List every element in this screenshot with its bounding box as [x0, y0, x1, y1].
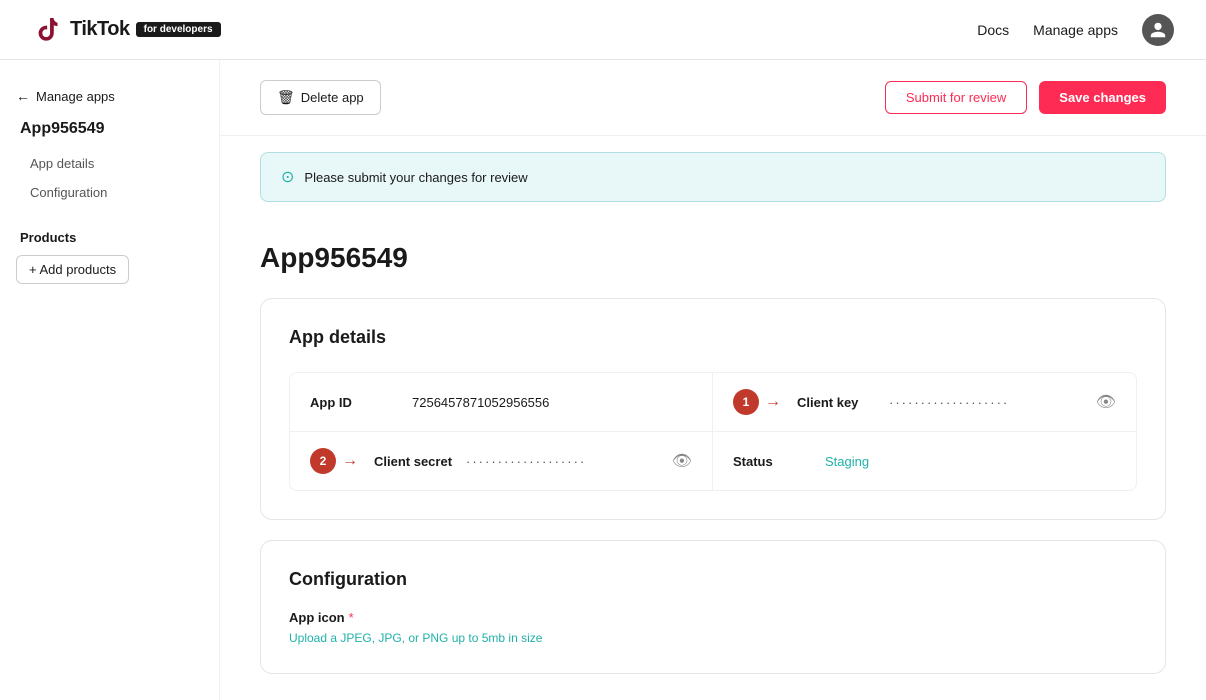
- client-key-toggle-icon[interactable]: 👁: [1096, 392, 1116, 412]
- for-developers-badge: for developers: [136, 22, 221, 37]
- delete-label: Delete app: [301, 90, 364, 105]
- header-nav: Docs Manage apps: [977, 14, 1174, 46]
- alert-message: Please submit your changes for review: [304, 170, 527, 185]
- submit-for-review-button[interactable]: Submit for review: [885, 81, 1027, 114]
- details-grid: App ID 7256457871052956556 1 → Client ke…: [289, 372, 1137, 491]
- client-secret-value: ···················: [466, 454, 660, 469]
- alert-banner: ⊙ Please submit your changes for review: [260, 152, 1166, 202]
- toolbar-right: Submit for review Save changes: [885, 81, 1166, 114]
- configuration-title: Configuration: [289, 569, 1137, 590]
- alert-icon: ⊙: [281, 167, 294, 187]
- step-2-indicator: 2 →: [310, 448, 358, 474]
- client-secret-cell: 2 → Client secret ··················· 👁: [290, 432, 713, 490]
- tiktok-logo[interactable]: TikTok for developers: [32, 14, 221, 46]
- sidebar-item-app-details[interactable]: App details: [16, 150, 203, 177]
- step-1-badge: 1: [733, 389, 759, 415]
- sidebar-nav: App details Configuration: [16, 150, 203, 206]
- client-key-label: Client key: [797, 395, 877, 410]
- configuration-card: Configuration App icon * Upload a JPEG, …: [260, 540, 1166, 674]
- logo-text: TikTok: [70, 18, 130, 41]
- client-secret-toggle-icon[interactable]: 👁: [672, 451, 692, 471]
- status-label: Status: [733, 454, 813, 469]
- save-changes-button[interactable]: Save changes: [1039, 81, 1166, 114]
- app-details-card: App details App ID 7256457871052956556 1…: [260, 298, 1166, 520]
- avatar[interactable]: [1142, 14, 1174, 46]
- user-icon: [1149, 21, 1167, 39]
- app-icon-label-row: App icon *: [289, 610, 1137, 625]
- main-content: 🗑 Delete app Submit for review Save chan…: [220, 60, 1206, 700]
- sidebar-item-configuration[interactable]: Configuration: [16, 179, 203, 206]
- layout: ← Manage apps App956549 App details Conf…: [0, 60, 1206, 700]
- step-2-badge: 2: [310, 448, 336, 474]
- app-id-value: 7256457871052956556: [412, 395, 549, 410]
- client-secret-label: Client secret: [374, 454, 454, 469]
- trash-icon: 🗑: [277, 89, 295, 106]
- back-arrow-icon: ←: [16, 88, 30, 104]
- app-icon-required: *: [349, 610, 354, 625]
- content-area: App956549 App details App ID 72564578710…: [220, 218, 1206, 700]
- manage-apps-link-header[interactable]: Manage apps: [1033, 22, 1118, 38]
- app-icon-section: App icon * Upload a JPEG, JPG, or PNG up…: [289, 610, 1137, 645]
- client-key-cell: 1 → Client key ··················· 👁: [713, 373, 1136, 432]
- toolbar: 🗑 Delete app Submit for review Save chan…: [220, 60, 1206, 136]
- logo-area: TikTok for developers: [32, 14, 221, 46]
- status-cell: Status Staging: [713, 432, 1136, 490]
- app-details-title: App details: [289, 327, 1137, 348]
- app-icon-hint: Upload a JPEG, JPG, or PNG up to 5mb in …: [289, 631, 542, 645]
- client-key-value: ···················: [889, 395, 1084, 410]
- header: TikTok for developers Docs Manage apps: [0, 0, 1206, 60]
- app-icon-label: App icon: [289, 610, 345, 625]
- step-2-arrow-icon: →: [342, 452, 358, 470]
- back-to-manage-apps[interactable]: ← Manage apps: [16, 88, 203, 104]
- tiktok-icon: [32, 14, 64, 46]
- status-value: Staging: [825, 454, 869, 469]
- sidebar-app-name: App956549: [16, 120, 203, 138]
- app-id-cell: App ID 7256457871052956556: [290, 373, 713, 432]
- add-products-button[interactable]: + Add products: [16, 255, 129, 284]
- delete-app-button[interactable]: 🗑 Delete app: [260, 80, 381, 115]
- step-1-arrow-icon: →: [765, 393, 781, 411]
- back-link-label: Manage apps: [36, 89, 115, 104]
- sidebar: ← Manage apps App956549 App details Conf…: [0, 60, 220, 700]
- step-1-indicator: 1 →: [733, 389, 781, 415]
- app-id-label: App ID: [310, 395, 400, 410]
- page-title: App956549: [260, 242, 1166, 274]
- products-section-title: Products: [16, 230, 203, 245]
- docs-link[interactable]: Docs: [977, 22, 1009, 38]
